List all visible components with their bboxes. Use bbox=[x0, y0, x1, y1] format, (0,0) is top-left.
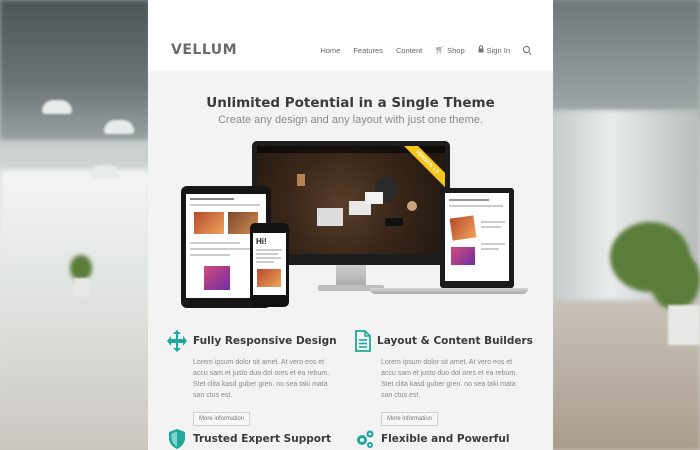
more-information-button[interactable]: More information bbox=[381, 412, 439, 426]
more-information-button[interactable]: More information bbox=[193, 412, 251, 426]
monitor-stand bbox=[336, 265, 366, 287]
site-logo[interactable]: VELLUM bbox=[171, 42, 237, 58]
nav-shop[interactable]: 🛒︎ Shop bbox=[435, 46, 464, 55]
feature-builders: Layout & Content Builders Lorem ipsum do… bbox=[354, 330, 533, 426]
smartphone: Hi! bbox=[250, 223, 289, 307]
shield-icon bbox=[166, 428, 188, 450]
phone-greeting: Hi! bbox=[256, 237, 267, 246]
lock-icon bbox=[478, 45, 484, 55]
devices-illustration: VERSION 1.0 Hi! bbox=[148, 138, 553, 313]
nav-features[interactable]: Features bbox=[353, 46, 383, 55]
feature-support: Trusted Expert Support bbox=[166, 428, 338, 450]
feature-title: Flexible and Powerful bbox=[381, 433, 510, 445]
feature-flexible: Flexible and Powerful bbox=[354, 428, 526, 450]
feature-title: Layout & Content Builders bbox=[377, 335, 533, 347]
nav-content[interactable]: Content bbox=[396, 46, 422, 55]
website-page: VELLUM Home Features Content 🛒︎ Shop Sig… bbox=[148, 0, 553, 450]
hero-section: Unlimited Potential in a Single Theme Cr… bbox=[148, 71, 553, 126]
site-header: VELLUM Home Features Content 🛒︎ Shop Sig… bbox=[148, 0, 553, 71]
gears-icon bbox=[354, 428, 376, 450]
search-icon bbox=[523, 46, 531, 54]
nav-home[interactable]: Home bbox=[320, 46, 340, 55]
phone-screen: Hi! bbox=[253, 233, 286, 295]
document-icon bbox=[354, 330, 372, 352]
arrows-move-icon bbox=[166, 330, 188, 352]
feature-responsive: Fully Responsive Design Lorem ipsum dolo… bbox=[166, 330, 338, 426]
hero-subtitle: Create any design and any layout with ju… bbox=[218, 114, 483, 126]
laptop bbox=[440, 188, 514, 288]
laptop-screen bbox=[445, 193, 509, 281]
search-button[interactable] bbox=[523, 46, 531, 54]
feature-title: Fully Responsive Design bbox=[193, 335, 337, 347]
feature-text: Lorem ipsum dolor sit amet. At vero eos … bbox=[381, 359, 518, 399]
laptop-base bbox=[370, 288, 528, 294]
hero-title: Unlimited Potential in a Single Theme bbox=[206, 95, 495, 111]
cart-icon: 🛒︎ bbox=[435, 47, 445, 54]
main-nav: Home Features Content 🛒︎ Shop Sign In bbox=[320, 45, 531, 55]
nav-sign-in[interactable]: Sign In bbox=[478, 45, 510, 55]
feature-title: Trusted Expert Support bbox=[193, 433, 332, 445]
feature-text: Lorem ipsum dolor sit amet. At vero eos … bbox=[193, 359, 330, 399]
